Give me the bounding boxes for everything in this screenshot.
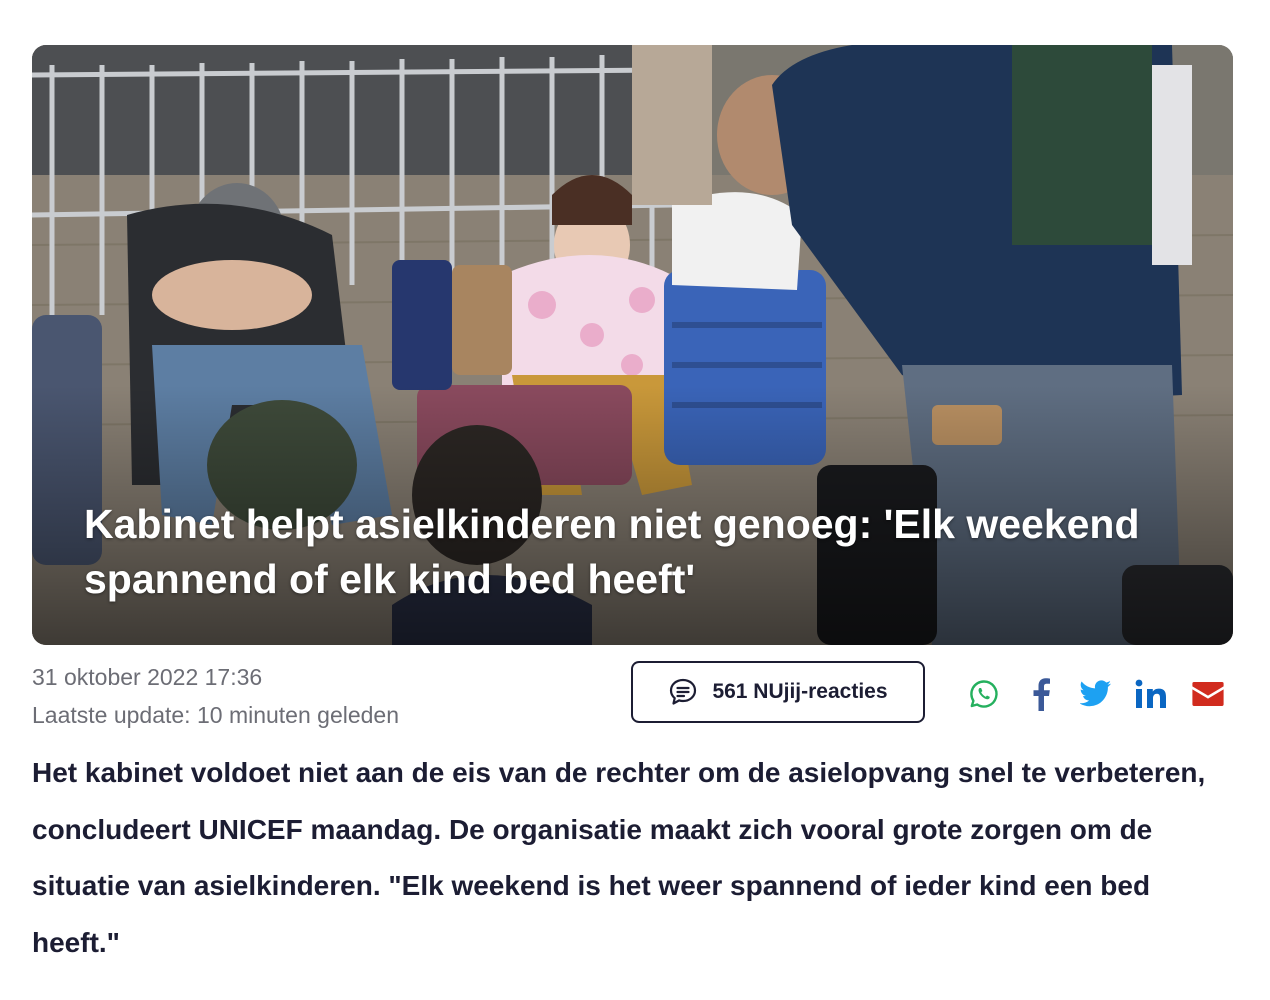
twitter-icon — [1080, 680, 1111, 707]
share-mail-button[interactable] — [1188, 672, 1228, 716]
article: Kabinet helpt asielkinderen niet genoeg:… — [0, 0, 1270, 1000]
share-linkedin-button[interactable] — [1132, 672, 1172, 716]
facebook-icon — [1033, 678, 1050, 711]
article-title[interactable]: Kabinet helpt asielkinderen niet genoeg:… — [84, 497, 1164, 607]
publish-date: 31 oktober 2022 17:36 — [32, 664, 263, 690]
linkedin-icon — [1135, 679, 1166, 708]
comments-button[interactable]: 561 NUjij-reacties — [631, 661, 925, 723]
share-whatsapp-button[interactable] — [964, 672, 1004, 716]
comment-bubble-icon — [670, 678, 697, 705]
mail-icon — [1192, 682, 1224, 706]
share-twitter-button[interactable] — [1076, 672, 1116, 716]
article-meta: 31 oktober 2022 17:36 Laatste update: 10… — [32, 658, 399, 734]
share-facebook-button[interactable] — [1024, 672, 1058, 716]
comments-count-label: 561 NUjij-reacties — [712, 680, 888, 703]
hero-image: Kabinet helpt asielkinderen niet genoeg:… — [32, 45, 1233, 645]
last-update: Laatste update: 10 minuten geleden — [32, 702, 400, 728]
article-intro: Het kabinet voldoet niet aan de eis van … — [32, 757, 1206, 958]
whatsapp-icon — [970, 680, 998, 708]
